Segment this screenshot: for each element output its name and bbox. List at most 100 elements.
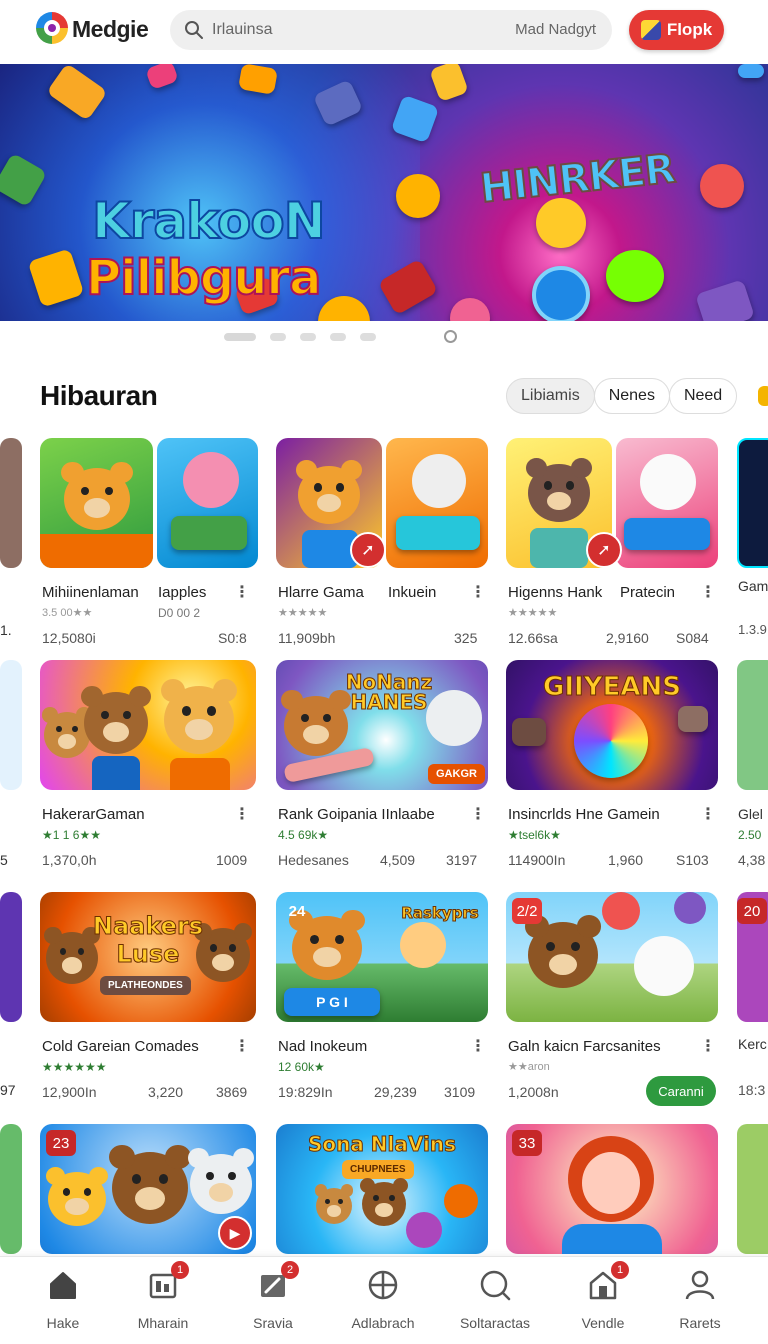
filter-chips: Libiamis Nenes Need bbox=[506, 378, 738, 414]
game-rating: ★★★★★ bbox=[508, 607, 558, 619]
more-options-icon[interactable]: ⋮ bbox=[700, 1036, 716, 1056]
more-options-icon[interactable]: ⋮ bbox=[234, 1036, 250, 1056]
game-thumbnail[interactable] bbox=[616, 438, 718, 568]
filter-chip[interactable]: Libiamis bbox=[506, 378, 595, 414]
game-title[interactable]: Hlarre Gama bbox=[278, 584, 364, 601]
install-badge-icon[interactable]: ➚ bbox=[586, 532, 622, 568]
nav-item-profile[interactable]: Rarets bbox=[645, 1269, 755, 1339]
game-title[interactable]: Cold Gareian Comades bbox=[42, 1038, 199, 1055]
carousel-indicator bbox=[224, 331, 376, 343]
game-thumbnail[interactable]: Sona NlaVins CHUPNEES bbox=[276, 1124, 488, 1254]
nav-label: Mharain bbox=[137, 1315, 189, 1331]
banner-coin bbox=[396, 174, 440, 218]
game-title[interactable]: Insincrlds Hne Gamein bbox=[508, 806, 660, 823]
nav-item-search[interactable]: Soltaractas bbox=[440, 1269, 550, 1339]
game-thumbnail[interactable] bbox=[40, 438, 153, 568]
card-partial-left[interactable] bbox=[0, 660, 22, 790]
more-chip-icon[interactable] bbox=[758, 386, 768, 406]
more-options-icon[interactable]: ⋮ bbox=[700, 804, 716, 824]
game-thumbnail[interactable] bbox=[40, 660, 256, 790]
game-reviews: 2,9160 bbox=[606, 630, 649, 646]
game-thumbnail[interactable]: NoNanz HANES GAKGR bbox=[276, 660, 488, 790]
nav-label: Hake bbox=[46, 1315, 80, 1331]
filter-chip[interactable]: Need bbox=[668, 378, 738, 414]
install-button[interactable]: Caranni bbox=[646, 1076, 716, 1106]
monster-character bbox=[406, 1212, 442, 1248]
carousel-dot[interactable] bbox=[330, 333, 346, 341]
carousel-pause-indicator[interactable] bbox=[444, 330, 457, 343]
screen-tile bbox=[512, 718, 546, 746]
card-partial-right[interactable] bbox=[737, 1124, 768, 1254]
card-partial-right[interactable] bbox=[737, 660, 768, 790]
more-options-icon[interactable]: ⋮ bbox=[700, 582, 716, 602]
card-partial-right-title: Kerc bbox=[738, 1036, 767, 1052]
carousel-dot[interactable] bbox=[300, 333, 316, 341]
game-thumbnail[interactable]: GIIYEANS bbox=[506, 660, 718, 790]
game-reviews: 3,220 bbox=[148, 1084, 184, 1100]
game-title[interactable]: Pratecin bbox=[620, 584, 675, 601]
screen-tile bbox=[678, 706, 708, 732]
game-size: 3197 bbox=[446, 852, 478, 868]
card-partial-left[interactable] bbox=[0, 892, 22, 1022]
nav-item-store[interactable]: 1 Vendle bbox=[548, 1261, 658, 1339]
card-partial-left[interactable] bbox=[0, 1124, 22, 1254]
install-badge-icon[interactable]: ➚ bbox=[350, 532, 386, 568]
hero-banner[interactable]: KrakooN Pilibgura HINRKER bbox=[0, 64, 768, 321]
banner-tag: HINRKER bbox=[477, 145, 678, 213]
game-thumbnail[interactable]: Naakers Luse PLATHEONDES bbox=[40, 892, 256, 1022]
game-title[interactable]: Inkuein bbox=[388, 584, 436, 601]
download-count: 1,370,0h bbox=[42, 852, 97, 868]
banner-orb bbox=[450, 298, 490, 321]
brand-name[interactable]: Medgie bbox=[72, 16, 149, 43]
download-count: 12.66sa bbox=[508, 630, 558, 646]
filter-chip[interactable]: Nenes bbox=[593, 378, 670, 414]
top-bar: Medgie Mad Nadgyt Flopk bbox=[0, 0, 768, 62]
card-partial-left[interactable] bbox=[0, 438, 22, 568]
more-options-icon[interactable]: ⋮ bbox=[470, 582, 486, 602]
game-thumbnail[interactable] bbox=[386, 438, 488, 568]
play-button[interactable]: Flopk bbox=[629, 10, 724, 50]
game-title[interactable]: Galn kaicn Farcsanites bbox=[508, 1038, 661, 1055]
boy-character bbox=[400, 922, 446, 968]
game-size: S084 bbox=[676, 630, 709, 646]
game-title[interactable]: Iapples bbox=[158, 584, 206, 601]
nav-item-home[interactable]: Hake bbox=[8, 1269, 118, 1339]
bear-character bbox=[61, 461, 133, 530]
game-subtitle: D0 00 2 bbox=[158, 606, 201, 620]
rank-badge: 20 bbox=[737, 898, 767, 924]
bear-character bbox=[42, 707, 92, 758]
more-options-icon[interactable]: ⋮ bbox=[470, 804, 486, 824]
more-options-icon[interactable]: ⋮ bbox=[470, 1036, 486, 1056]
game-thumbnail[interactable] bbox=[157, 438, 258, 568]
game-title[interactable]: Mihiinenlaman bbox=[42, 584, 139, 601]
play-badge-icon[interactable]: ▶ bbox=[218, 1216, 252, 1250]
game-title[interactable]: Rank Goipania IInlaabe bbox=[278, 806, 435, 823]
search-input[interactable] bbox=[212, 10, 482, 50]
game-title[interactable]: HakerarGaman bbox=[42, 806, 145, 823]
carousel-dot[interactable] bbox=[360, 333, 376, 341]
bear-character bbox=[45, 1166, 109, 1226]
gamepad-icon bbox=[624, 518, 710, 550]
card-partial-right[interactable] bbox=[737, 438, 768, 568]
nav-item-grid[interactable]: 1 Mharain bbox=[108, 1261, 218, 1339]
search-bar[interactable]: Mad Nadgyt bbox=[170, 10, 612, 50]
carousel-dot[interactable] bbox=[224, 333, 256, 341]
nav-item-edit[interactable]: 2 Sravia bbox=[218, 1261, 328, 1339]
bear-character bbox=[289, 909, 365, 980]
carousel-dot[interactable] bbox=[270, 333, 286, 341]
more-options-icon[interactable]: ⋮ bbox=[234, 582, 250, 602]
rank-badge: 23 bbox=[46, 1130, 76, 1156]
notification-badge: 1 bbox=[611, 1261, 629, 1279]
game-reviews: 4,509 bbox=[380, 852, 416, 868]
gamepad-icon bbox=[396, 516, 480, 550]
game-title[interactable]: Higenns Hank bbox=[508, 584, 602, 601]
game-title[interactable]: Nad Inokeum bbox=[278, 1038, 367, 1055]
card-partial-right[interactable]: 20 bbox=[737, 892, 768, 1022]
nav-label: Soltaractas bbox=[459, 1315, 531, 1331]
nav-item-explore[interactable]: Adlabrach bbox=[328, 1269, 438, 1339]
download-count: 12,5080i bbox=[42, 630, 96, 646]
play-button-label: Flopk bbox=[666, 20, 713, 39]
grid-icon: 1 bbox=[147, 1261, 189, 1301]
search-location-label[interactable]: Mad Nadgyt bbox=[515, 21, 596, 38]
more-options-icon[interactable]: ⋮ bbox=[234, 804, 250, 824]
